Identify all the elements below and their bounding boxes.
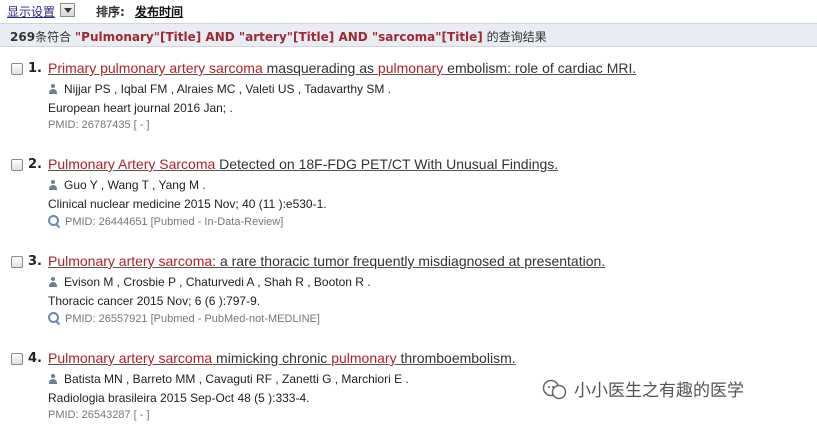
display-settings-dropdown-button[interactable] <box>60 3 75 17</box>
title-text: : a rare thoracic tumor frequently misdi… <box>212 253 606 269</box>
result-item: 2. Pulmonary Artery Sarcoma Detected on 1… <box>0 156 817 236</box>
person-icon <box>48 180 58 190</box>
result-number: 4. <box>28 351 42 366</box>
result-item: 1. Primary pulmonary artery sarcoma masqu… <box>0 60 817 140</box>
result-checkbox[interactable] <box>11 63 23 75</box>
highlighted-term: Primary pulmonary artery sarcoma <box>48 60 263 76</box>
title-text: mimicking chronic <box>212 350 332 366</box>
result-journal: Thoracic cancer 2015 Nov; 6 (6 ):797-9. <box>48 294 261 308</box>
result-title-link[interactable]: Pulmonary Artery Sarcoma Detected on 18F… <box>48 156 558 172</box>
result-pmid: PMID: 26543287 [ - ] <box>48 409 150 421</box>
result-pmid: PMID: 26444651 [Pubmed - In-Data-Review] <box>48 215 283 228</box>
highlighted-term: Pulmonary artery sarcoma <box>48 253 213 269</box>
watermark-text: 小小医生之有趣的医学 <box>574 381 744 401</box>
result-authors: Nijjar PS , Iqbal FM , Alraies MC , Vale… <box>48 82 391 96</box>
title-text: embolism: role of cardiac MRI. <box>443 60 637 76</box>
result-journal: Radiologia brasileira 2015 Sep-Oct 48 (5… <box>48 391 310 405</box>
authors-text: Evison M , Crosbie P , Chaturvedi A , Sh… <box>64 275 371 289</box>
highlighted-term: pulmonary <box>377 60 444 76</box>
person-icon <box>48 374 58 384</box>
title-text: masquerading as <box>262 60 378 76</box>
sort-by-publish-date-link[interactable]: 发布时间 <box>135 3 183 20</box>
results-count: 269 <box>10 30 36 44</box>
result-checkbox[interactable] <box>11 353 23 365</box>
pmid-text: PMID: 26787435 [ - ] <box>48 119 150 131</box>
search-query: "Pulmonary"[Title] AND "artery"[Title] A… <box>74 30 483 44</box>
result-number: 1. <box>28 61 42 76</box>
highlighted-term: pulmonary <box>331 350 397 366</box>
results-summary: 269条符合 "Pulmonary"[Title] AND "artery"[T… <box>10 28 547 45</box>
authors-text: Guo Y , Wang T , Yang M . <box>64 178 206 192</box>
results-summary-bar: 269条符合 "Pulmonary"[Title] AND "artery"[T… <box>0 23 817 47</box>
result-title-link[interactable]: Primary pulmonary artery sarcoma masquer… <box>48 60 636 76</box>
wechat-icon <box>542 379 567 400</box>
result-item: 3. Pulmonary artery sarcoma: a rare thora… <box>0 253 817 333</box>
result-authors: Evison M , Crosbie P , Chaturvedi A , Sh… <box>48 275 371 289</box>
watermark: 小小医生之有趣的医学 <box>542 376 744 401</box>
pmid-text: PMID: 26444651 [Pubmed - In-Data-Review] <box>65 216 284 228</box>
result-checkbox[interactable] <box>11 159 23 171</box>
authors-text: Nijjar PS , Iqbal FM , Alraies MC , Vale… <box>64 82 391 96</box>
results-summary-pre: 条符合 <box>35 30 75 44</box>
pmid-text: PMID: 26557921 [Pubmed - PubMed-not-MEDL… <box>65 313 320 325</box>
result-number: 3. <box>28 254 42 269</box>
highlighted-term: Pulmonary artery sarcoma <box>48 350 213 366</box>
result-title-link[interactable]: Pulmonary artery sarcoma: a rare thoraci… <box>48 253 605 269</box>
magnifier-icon[interactable] <box>48 312 60 324</box>
result-authors: Guo Y , Wang T , Yang M . <box>48 178 206 192</box>
result-pmid: PMID: 26787435 [ - ] <box>48 119 150 131</box>
result-title-link[interactable]: Pulmonary artery sarcoma mimicking chron… <box>48 350 516 366</box>
result-checkbox[interactable] <box>11 256 23 268</box>
highlighted-term: Pulmonary Artery Sarcoma <box>48 156 216 172</box>
display-settings-link[interactable]: 显示设置 <box>7 3 55 20</box>
result-authors: Batista MN , Barreto MM , Cavaguti RF , … <box>48 372 409 386</box>
person-icon <box>48 84 58 94</box>
title-text: thromboembolism. <box>396 350 516 366</box>
pmid-text: PMID: 26543287 [ - ] <box>48 409 150 421</box>
result-journal: European heart journal 2016 Jan; . <box>48 101 233 115</box>
authors-text: Batista MN , Barreto MM , Cavaguti RF , … <box>64 372 409 386</box>
toolbar: 显示设置 排序: 发布时间 <box>0 0 817 22</box>
title-text: Detected on 18F-FDG PET/CT With Unusual … <box>215 156 559 172</box>
result-number: 2. <box>28 157 42 172</box>
sort-label: 排序: <box>96 5 125 19</box>
result-pmid: PMID: 26557921 [Pubmed - PubMed-not-MEDL… <box>48 312 320 325</box>
results-summary-post: 的查询结果 <box>482 30 547 44</box>
result-journal: Clinical nuclear medicine 2015 Nov; 40 (… <box>48 197 327 211</box>
person-icon <box>48 277 58 287</box>
magnifier-icon[interactable] <box>48 215 60 227</box>
